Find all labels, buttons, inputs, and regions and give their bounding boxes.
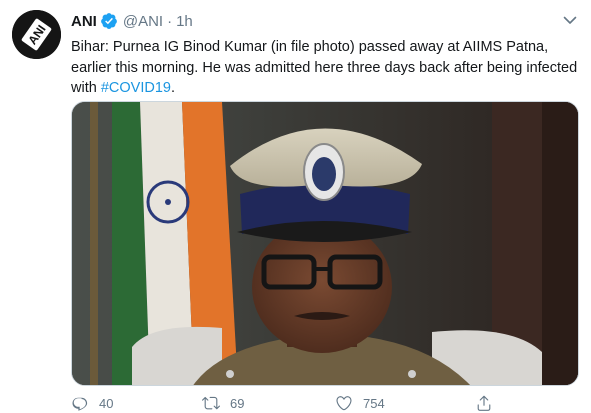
retweet-button[interactable]: 69 xyxy=(202,394,244,412)
author-handle[interactable]: @ANI xyxy=(123,13,163,30)
avatar[interactable]: ANI xyxy=(12,10,61,59)
like-button[interactable]: 754 xyxy=(335,394,385,412)
tweet-timestamp[interactable]: 1h xyxy=(176,13,193,30)
retweet-icon xyxy=(202,396,220,410)
like-icon xyxy=(336,396,352,411)
tweet-photo[interactable] xyxy=(71,101,579,386)
chevron-down-icon[interactable] xyxy=(562,12,578,28)
share-icon xyxy=(477,395,491,411)
tweet-text-end: . xyxy=(170,80,175,96)
tweet-header: ANI @ANI · 1h xyxy=(71,11,193,31)
reply-button[interactable]: 40 xyxy=(71,394,113,412)
tweet-card[interactable]: ANI ANI @ANI · 1h Bihar: Purnea IG Binod… xyxy=(0,0,591,413)
verified-badge-icon xyxy=(100,12,118,30)
reply-count: 40 xyxy=(99,395,114,411)
like-count: 754 xyxy=(363,395,385,411)
retweet-count: 69 xyxy=(230,395,245,411)
ani-logo-icon: ANI xyxy=(12,10,61,59)
tweet-actions: 40 69 754 xyxy=(71,394,581,413)
share-button[interactable] xyxy=(475,394,503,412)
hashtag-link[interactable]: #COVID19 xyxy=(101,80,171,96)
author-name[interactable]: ANI xyxy=(71,13,97,30)
reply-icon xyxy=(72,397,88,411)
officer-photo xyxy=(72,102,578,385)
separator-dot: · xyxy=(167,12,173,30)
tweet-text: Bihar: Purnea IG Binod Kumar (in file ph… xyxy=(71,37,581,99)
